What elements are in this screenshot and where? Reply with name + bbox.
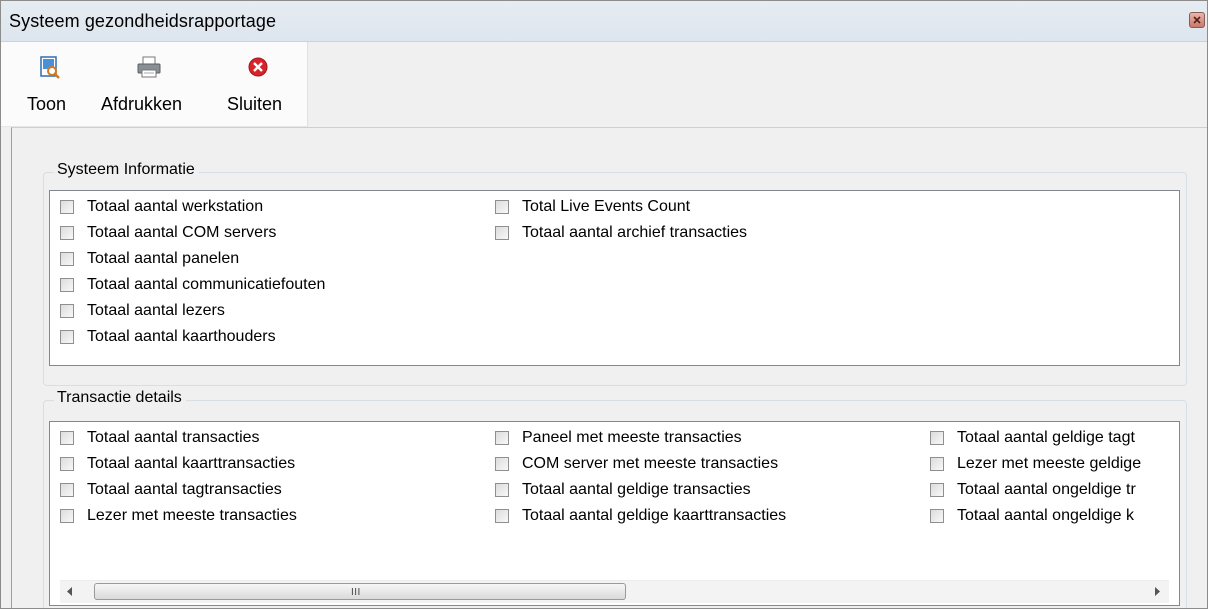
close-button-label: Sluiten xyxy=(227,94,283,114)
report-window: Systeem gezondheidsrapportage Toon Afdru… xyxy=(0,0,1208,609)
checkbox[interactable] xyxy=(930,483,944,497)
transaction-details-list: Totaal aantal transacties Totaal aantal … xyxy=(49,421,1180,606)
print-button-label: Afdrukken xyxy=(101,94,183,114)
report-preview-icon xyxy=(40,56,60,79)
checkbox[interactable] xyxy=(60,431,74,445)
checkbox[interactable] xyxy=(60,252,74,266)
checkbox[interactable] xyxy=(930,509,944,523)
checkbox[interactable] xyxy=(495,200,509,214)
transaction-details-group: Transactie details Totaal aantal transac… xyxy=(43,389,1187,608)
checkbox[interactable] xyxy=(930,457,944,471)
system-info-list: Totaal aantal werkstation Totaal aantal … xyxy=(49,190,1180,366)
arrow-left-icon xyxy=(67,587,72,596)
checkbox[interactable] xyxy=(930,431,944,445)
checkbox[interactable] xyxy=(60,457,74,471)
show-button[interactable]: Toon xyxy=(25,42,85,126)
toolbar: Toon Afdrukken Sluiten xyxy=(1,42,308,127)
close-red-icon xyxy=(248,57,268,77)
checkbox[interactable] xyxy=(60,304,74,318)
close-icon xyxy=(1193,16,1201,24)
report-options-panel: Systeem Informatie Totaal aantal werksta… xyxy=(11,127,1207,608)
show-button-label: Toon xyxy=(27,94,67,114)
checkbox[interactable] xyxy=(495,226,509,240)
system-info-group: Systeem Informatie Totaal aantal werksta… xyxy=(43,161,1187,386)
checkbox[interactable] xyxy=(60,226,74,240)
grip-icon: III xyxy=(351,587,361,598)
window-close-button[interactable] xyxy=(1189,12,1205,28)
checkbox[interactable] xyxy=(495,431,509,445)
printer-icon xyxy=(137,56,161,78)
horizontal-scrollbar[interactable]: III xyxy=(60,580,1169,603)
scrollbar-thumb[interactable]: III xyxy=(94,583,626,600)
window-title: Systeem gezondheidsrapportage xyxy=(9,11,277,31)
scroll-right-button[interactable] xyxy=(1147,581,1169,603)
system-info-title: Systeem Informatie xyxy=(54,161,199,179)
checkbox[interactable] xyxy=(495,457,509,471)
checkbox[interactable] xyxy=(495,483,509,497)
checkbox[interactable] xyxy=(60,330,74,344)
checkbox[interactable] xyxy=(60,483,74,497)
print-button[interactable]: Afdrukken xyxy=(99,42,203,126)
arrow-right-icon xyxy=(1155,587,1160,596)
checkbox[interactable] xyxy=(60,509,74,523)
checkbox[interactable] xyxy=(60,200,74,214)
transaction-details-title: Transactie details xyxy=(54,389,186,407)
close-button[interactable]: Sluiten xyxy=(225,42,295,126)
checkbox[interactable] xyxy=(495,509,509,523)
checkbox[interactable] xyxy=(60,278,74,292)
title-bar: Systeem gezondheidsrapportage xyxy=(1,1,1207,42)
scroll-left-button[interactable] xyxy=(60,581,82,603)
